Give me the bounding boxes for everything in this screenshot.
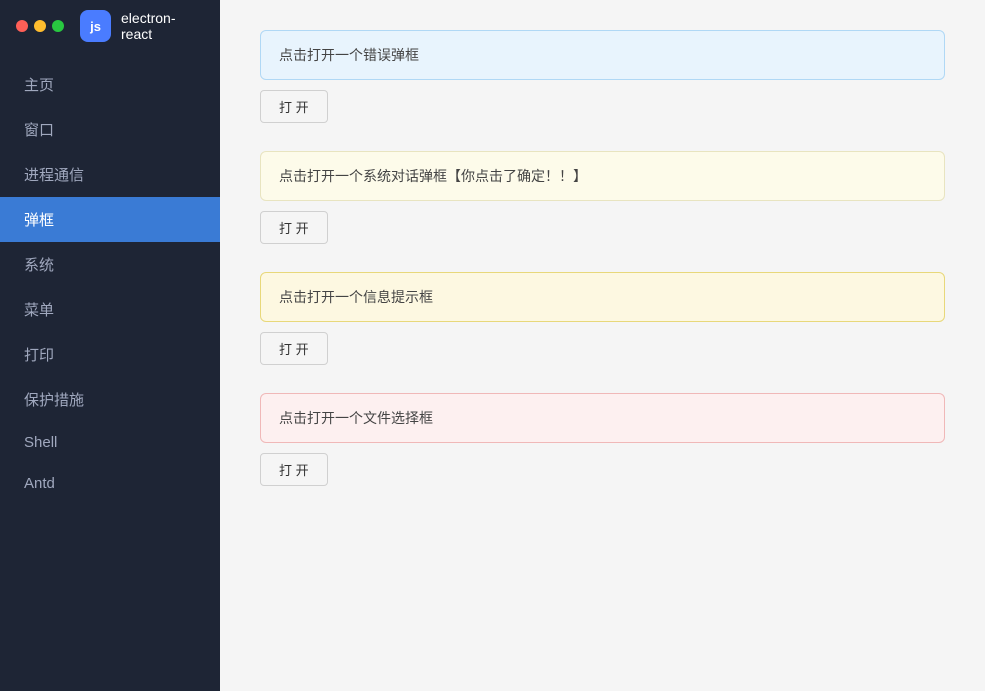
sidebar-item-print[interactable]: 打印 xyxy=(0,332,220,377)
traffic-lights xyxy=(16,20,64,32)
sidebar-item-shell[interactable]: Shell xyxy=(0,422,220,463)
file-dialog-section: 点击打开一个文件选择框 打 开 xyxy=(260,393,945,494)
main-content: 点击打开一个错误弹框 打 开 点击打开一个系统对话弹框【你点击了确定！！】 打 … xyxy=(220,0,985,691)
sidebar-item-window[interactable]: 窗口 xyxy=(0,107,220,152)
minimize-button[interactable] xyxy=(34,20,46,32)
file-dialog-display: 点击打开一个文件选择框 xyxy=(260,393,945,443)
sidebar-item-ipc[interactable]: 进程通信 xyxy=(0,152,220,197)
sidebar-item-menu[interactable]: 菜单 xyxy=(0,287,220,332)
system-dialog-section: 点击打开一个系统对话弹框【你点击了确定！！】 打 开 xyxy=(260,151,945,252)
app-icon: js xyxy=(80,10,111,42)
app-title: electron-react xyxy=(121,10,204,42)
info-dialog-display: 点击打开一个信息提示框 xyxy=(260,272,945,322)
system-dialog-open-button[interactable]: 打 开 xyxy=(260,211,328,244)
error-dialog-section: 点击打开一个错误弹框 打 开 xyxy=(260,30,945,131)
titlebar: js electron-react xyxy=(0,0,220,52)
sidebar-item-security[interactable]: 保护措施 xyxy=(0,377,220,422)
file-dialog-open-button[interactable]: 打 开 xyxy=(260,453,328,486)
error-dialog-display: 点击打开一个错误弹框 xyxy=(260,30,945,80)
close-button[interactable] xyxy=(16,20,28,32)
error-dialog-open-button[interactable]: 打 开 xyxy=(260,90,328,123)
info-dialog-section: 点击打开一个信息提示框 打 开 xyxy=(260,272,945,373)
sidebar: js electron-react 主页 窗口 进程通信 弹框 系统 菜单 打印… xyxy=(0,0,220,691)
system-dialog-display: 点击打开一个系统对话弹框【你点击了确定！！】 xyxy=(260,151,945,201)
sidebar-item-dialog[interactable]: 弹框 xyxy=(0,197,220,242)
sidebar-item-system[interactable]: 系统 xyxy=(0,242,220,287)
maximize-button[interactable] xyxy=(52,20,64,32)
sidebar-item-home[interactable]: 主页 xyxy=(0,62,220,107)
info-dialog-open-button[interactable]: 打 开 xyxy=(260,332,328,365)
sidebar-item-antd[interactable]: Antd xyxy=(0,463,220,504)
nav-list: 主页 窗口 进程通信 弹框 系统 菜单 打印 保护措施 Shell Antd xyxy=(0,52,220,691)
